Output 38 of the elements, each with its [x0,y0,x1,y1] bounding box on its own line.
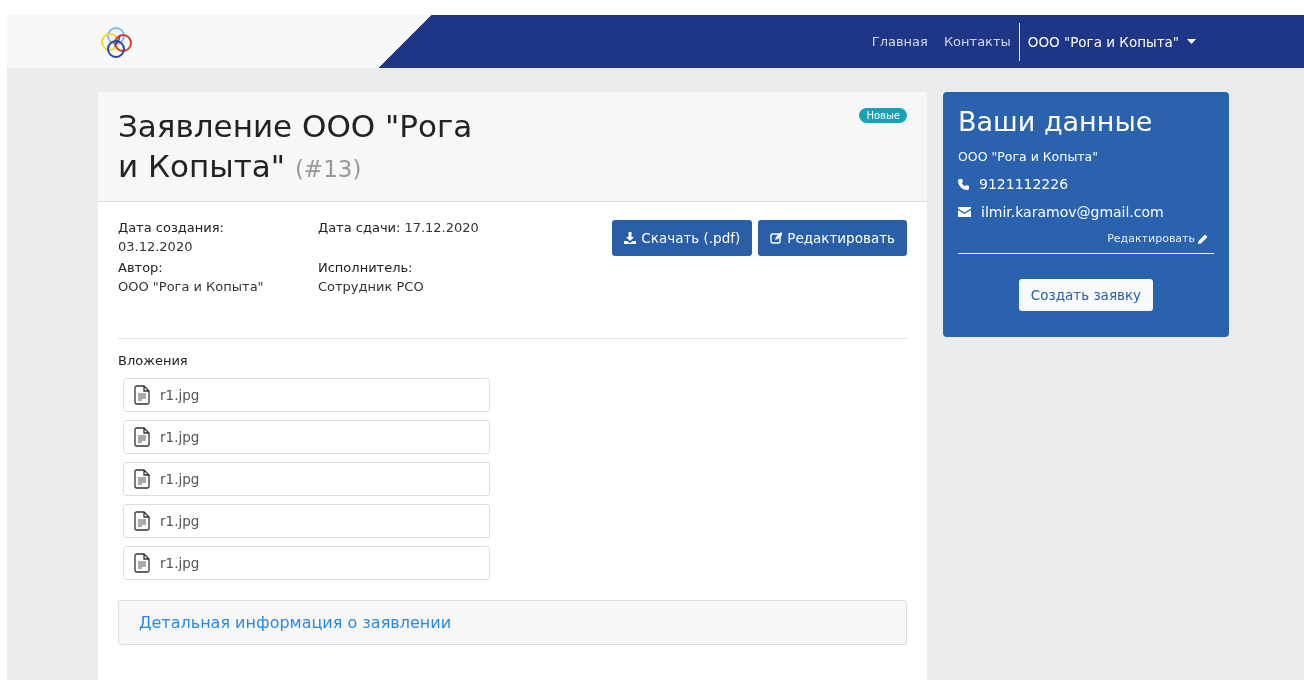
caret-icon [1187,39,1196,44]
field-label: Дата создания: [118,219,225,235]
field-value: 03.12.2020 [118,238,194,254]
document-icon [134,468,150,489]
field-label: Исполнитель: [318,259,414,275]
attachment-item[interactable]: r1.jpg [123,461,490,496]
attachment-item[interactable]: r1.jpg [123,419,490,454]
profile-title: Ваши данные [958,106,1154,137]
edit-icon [770,231,783,244]
company-name: ООО "Рога и Копыта" [958,149,1099,164]
nav-link[interactable]: Контакты [935,34,1019,49]
attachment-item[interactable]: r1.jpg [123,545,490,580]
attachments-heading: Вложения [118,352,189,368]
document-icon [134,552,150,573]
envelope-icon [958,207,971,217]
phone-number: 9121112226 [979,176,1069,192]
field-value: 17.12.2020 [404,219,479,237]
field-value: Сотрудник РСО [318,278,425,294]
edit-button[interactable]: Редактировать [758,219,907,256]
document-icon [134,384,150,405]
edit-profile-link[interactable]: Редактировать [1107,232,1208,245]
status-badge: Новые [859,108,907,123]
field-label: Автор: [118,259,164,275]
document-icon [134,510,150,531]
attachment-item[interactable]: r1.jpg [123,377,490,412]
pencil-icon [1198,233,1208,244]
account-dropdown[interactable]: ООО "Рога и Копыта" [1019,33,1204,50]
download-button[interactable]: Скачать (.pdf) [612,219,753,256]
create-request-button[interactable]: Создать заявку [1018,279,1154,311]
document-icon [134,426,150,447]
phone-icon [958,178,969,190]
email-address: ilmir.karamov@gmail.com [981,204,1164,220]
nav-link[interactable]: Главная [863,34,936,49]
download-icon [624,231,637,244]
field-label: Дата сдачи: [318,219,401,237]
field-value: ООО "Рога и Копыта" [118,278,265,294]
application-title: Заявление ООО "Рога и Копыта" (#13) [118,107,474,187]
attachment-item[interactable]: r1.jpg [123,503,490,538]
